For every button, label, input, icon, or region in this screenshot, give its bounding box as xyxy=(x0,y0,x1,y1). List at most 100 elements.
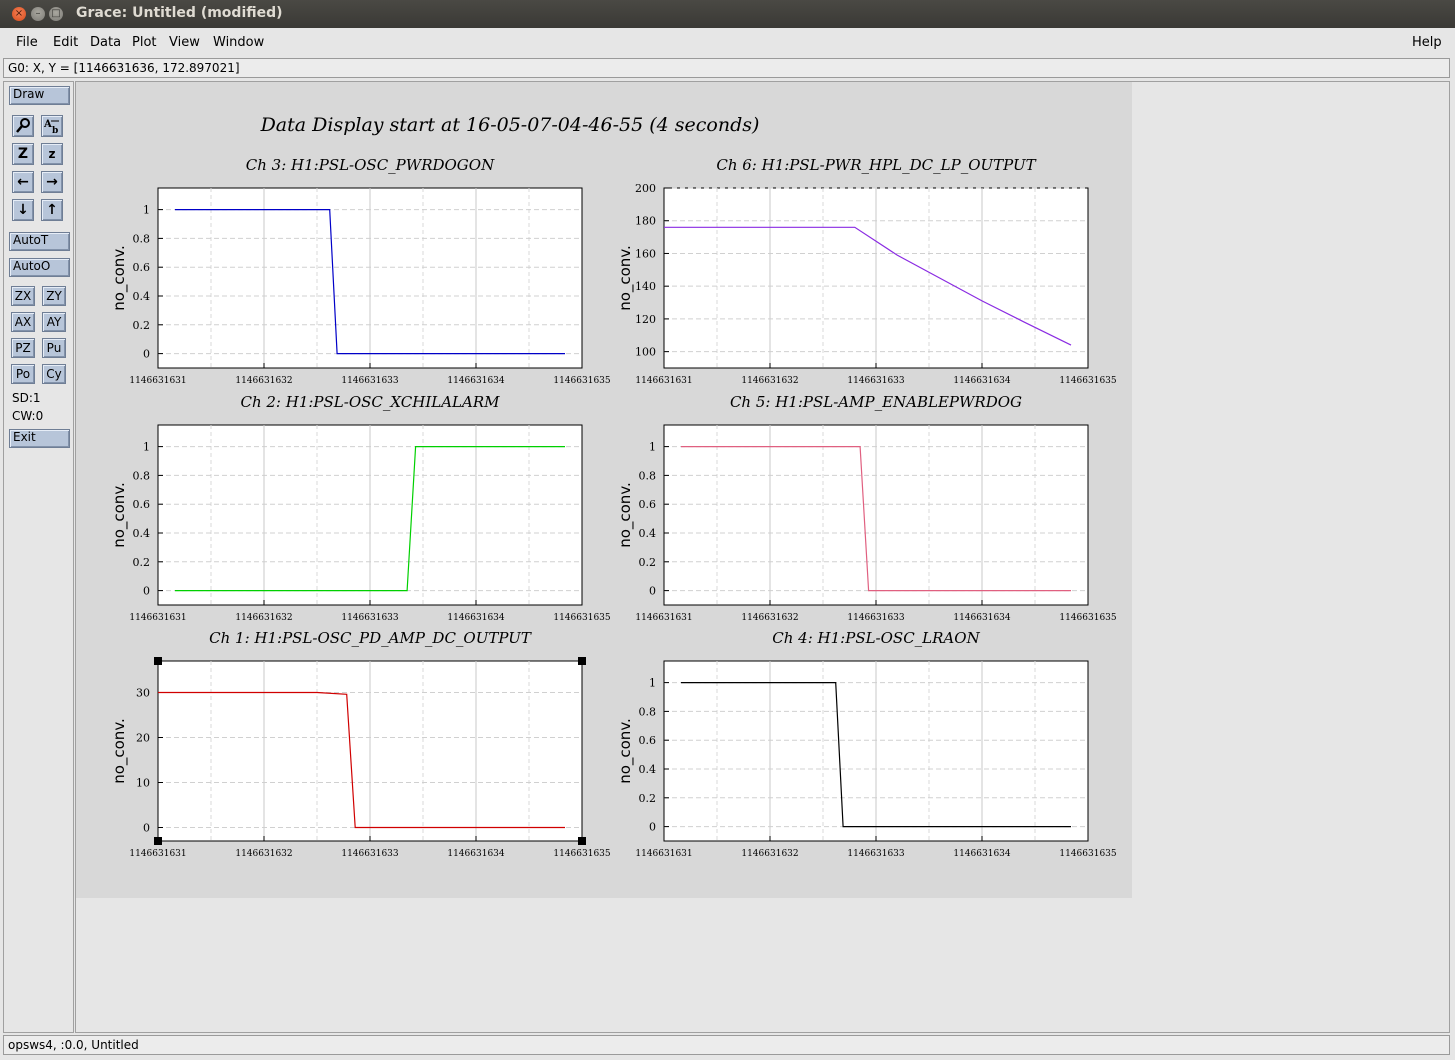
current-world-label: CW:0 xyxy=(12,409,44,423)
menu-view[interactable]: View xyxy=(169,35,200,50)
x-tick-label: 1146631633 xyxy=(341,376,399,386)
graph-panel[interactable]: 0 0.2 0.4 0.6 0.8 1 1146631631 1146631632 114663… xyxy=(110,393,611,623)
y-tick-label: 1 xyxy=(143,441,150,454)
close-window-button[interactable]: × xyxy=(12,7,26,21)
autoscale-on-button[interactable]: AutoO xyxy=(9,258,70,277)
locator-readout: G0: X, Y = [1146631636, 172.897021] xyxy=(3,58,1450,78)
x-tick-label: 1146631632 xyxy=(741,376,798,386)
graph-panel[interactable]: 0 0.2 0.4 0.6 0.8 1 1146631631 1146631632 114663… xyxy=(110,156,611,386)
menu-edit[interactable]: Edit xyxy=(53,35,78,50)
tool-panel: Draw Ab Z z ← → ↓ ↑ AutoT AutoO ZX ZY AX… xyxy=(3,81,74,1033)
y-axis-label: no_conv. xyxy=(110,482,129,548)
x-tick-label: 1146631635 xyxy=(1059,376,1117,386)
y-tick-label: 0.4 xyxy=(133,527,151,540)
graph-panel[interactable]: 0 10 20 30 1146631631 1146631632 1146631633 114… xyxy=(110,629,611,859)
pu-button[interactable]: Pu xyxy=(42,338,66,358)
x-tick-label: 1146631631 xyxy=(129,376,186,386)
graph-canvas[interactable]: Data Display start at 16-05-07-04-46-55 … xyxy=(76,82,1132,898)
x-tick-label: 1146631635 xyxy=(553,849,611,859)
exit-button[interactable]: Exit xyxy=(9,429,70,448)
zoom-out-icon[interactable]: z xyxy=(41,143,63,165)
status-bar: opsws4, :0.0, Untitled xyxy=(3,1035,1450,1055)
zoom-icon[interactable] xyxy=(12,115,34,137)
y-tick-label: 0.6 xyxy=(133,498,151,511)
graph-title: Ch 4: H1:PSL-OSC_LRAON xyxy=(772,629,980,647)
po-button[interactable]: Po xyxy=(11,364,35,384)
graph-panel[interactable]: 100 120 140 160 180 200 1146631631 1146631632 11… xyxy=(616,156,1117,386)
y-tick-label: 120 xyxy=(635,313,656,326)
x-tick-label: 1146631634 xyxy=(953,849,1011,859)
y-tick-label: 0.8 xyxy=(639,469,657,482)
ax-button[interactable]: AX xyxy=(11,312,35,332)
graph-panel[interactable]: 0 0.2 0.4 0.6 0.8 1 1146631631 1146631632 114663… xyxy=(616,629,1117,859)
draw-button[interactable]: Draw xyxy=(9,86,70,105)
selection-handle[interactable] xyxy=(154,837,162,845)
selection-handle[interactable] xyxy=(578,837,586,845)
graph-panel[interactable]: 0 0.2 0.4 0.6 0.8 1 1146631631 1146631632 114663… xyxy=(616,393,1117,623)
x-tick-label: 1146631635 xyxy=(553,613,611,623)
menu-data[interactable]: Data xyxy=(90,35,121,50)
text-tool-icon[interactable]: Ab xyxy=(41,115,63,137)
y-tick-label: 180 xyxy=(635,215,656,228)
x-tick-label: 1146631632 xyxy=(235,849,292,859)
y-tick-label: 1 xyxy=(649,441,656,454)
y-tick-label: 0.4 xyxy=(133,290,151,303)
y-tick-label: 0.2 xyxy=(639,556,657,569)
x-tick-label: 1146631632 xyxy=(235,376,292,386)
x-tick-label: 1146631631 xyxy=(635,376,692,386)
x-tick-label: 1146631635 xyxy=(553,376,611,386)
svg-text:A: A xyxy=(43,119,52,130)
minimize-window-button[interactable]: – xyxy=(31,7,45,21)
x-tick-label: 1146631634 xyxy=(447,613,505,623)
y-tick-label: 0 xyxy=(649,821,656,834)
y-tick-label: 0.6 xyxy=(133,261,151,274)
x-tick-label: 1146631634 xyxy=(447,849,505,859)
x-tick-label: 1146631635 xyxy=(1059,613,1117,623)
x-tick-label: 1146631634 xyxy=(447,376,505,386)
selection-handle[interactable] xyxy=(578,657,586,665)
y-axis-label: no_conv. xyxy=(110,245,129,311)
menu-window[interactable]: Window xyxy=(213,35,264,50)
x-tick-label: 1146631633 xyxy=(341,849,399,859)
autoscale-button[interactable]: AutoT xyxy=(9,232,70,251)
zy-button[interactable]: ZY xyxy=(42,286,66,306)
arrow-right-icon[interactable]: → xyxy=(41,171,63,193)
arrow-down-icon[interactable]: ↓ xyxy=(12,199,34,221)
cy-button[interactable]: Cy xyxy=(42,364,66,384)
y-tick-label: 0.8 xyxy=(133,232,151,245)
y-tick-label: 140 xyxy=(635,280,656,293)
y-tick-label: 0.6 xyxy=(639,498,657,511)
graph-title: Ch 5: H1:PSL-AMP_ENABLEPWRDOG xyxy=(730,393,1022,411)
y-tick-label: 100 xyxy=(635,346,656,359)
arrow-up-icon[interactable]: ↑ xyxy=(41,199,63,221)
page-title: Data Display start at 16-05-07-04-46-55 … xyxy=(260,114,760,136)
y-tick-label: 30 xyxy=(136,687,150,700)
pz-button[interactable]: PZ xyxy=(11,338,35,358)
window-titlebar: × – □ Grace: Untitled (modified) xyxy=(0,0,1455,28)
x-tick-label: 1146631632 xyxy=(741,613,798,623)
y-tick-label: 0 xyxy=(143,585,150,598)
y-tick-label: 0.8 xyxy=(133,469,151,482)
y-tick-label: 0.2 xyxy=(133,556,151,569)
y-tick-label: 0.2 xyxy=(133,319,151,332)
y-tick-label: 0 xyxy=(649,585,656,598)
y-axis-label: no_conv. xyxy=(616,245,635,311)
menu-help[interactable]: Help xyxy=(1412,35,1442,50)
y-tick-label: 10 xyxy=(136,777,150,790)
menu-file[interactable]: File xyxy=(16,35,38,50)
selection-handle[interactable] xyxy=(154,657,162,665)
y-tick-label: 0.4 xyxy=(639,763,657,776)
menu-plot[interactable]: Plot xyxy=(132,35,157,50)
zoom-in-icon[interactable]: Z xyxy=(12,143,34,165)
maximize-window-button[interactable]: □ xyxy=(49,7,63,21)
x-tick-label: 1146631632 xyxy=(235,613,292,623)
zx-button[interactable]: ZX xyxy=(11,286,35,306)
x-tick-label: 1146631633 xyxy=(847,613,905,623)
x-tick-label: 1146631631 xyxy=(635,849,692,859)
ay-button[interactable]: AY xyxy=(42,312,66,332)
graph-title: Ch 2: H1:PSL-OSC_XCHILALARM xyxy=(240,393,500,411)
x-tick-label: 1146631633 xyxy=(847,376,905,386)
y-axis-label: no_conv. xyxy=(616,718,635,784)
arrow-left-icon[interactable]: ← xyxy=(12,171,34,193)
y-tick-label: 1 xyxy=(143,204,150,217)
